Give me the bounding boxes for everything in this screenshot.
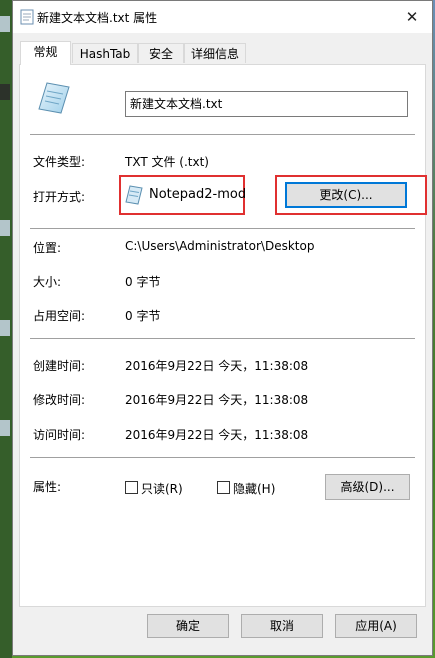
readonly-label[interactable]: 只读(R) <box>141 480 183 497</box>
file-type-value: TXT 文件 (.txt) <box>125 155 209 169</box>
accessed-label: 访问时间: <box>33 428 86 442</box>
cancel-button[interactable]: 取消 <box>241 614 323 638</box>
divider <box>30 134 415 135</box>
opens-with-label: 打开方式: <box>33 190 86 204</box>
divider <box>30 228 415 229</box>
desktop-icon <box>0 420 10 436</box>
tab-security[interactable]: 安全 <box>138 43 184 63</box>
modified-label: 修改时间: <box>33 393 86 407</box>
notepad-app-icon <box>125 185 143 205</box>
properties-dialog: 新建文本文档.txt 属性 ✕ 常规 HashTab 安全 详细信息 新建文本文… <box>12 0 433 656</box>
location-label: 位置: <box>33 241 62 255</box>
close-icon: ✕ <box>405 8 419 26</box>
divider <box>30 338 415 339</box>
hidden-checkbox[interactable] <box>217 481 230 494</box>
advanced-button[interactable]: 高级(D)... <box>325 474 410 500</box>
size-on-disk-label: 占用空间: <box>33 309 86 323</box>
size-on-disk-value: 0 字节 <box>125 309 161 323</box>
created-label: 创建时间: <box>33 359 86 373</box>
opens-with-value: Notepad2-mod <box>149 187 247 202</box>
file-name-input[interactable]: 新建文本文档.txt <box>125 91 408 117</box>
notepad-file-icon <box>38 82 70 114</box>
size-label: 大小: <box>33 275 62 289</box>
tab-hashtab[interactable]: HashTab <box>72 43 138 63</box>
file-type-label: 文件类型: <box>33 155 86 169</box>
general-tab-panel: 新建文本文档.txt 文件类型: TXT 文件 (.txt) 打开方式: Not… <box>19 64 427 607</box>
location-value: C:\Users\Administrator\Desktop <box>125 239 315 253</box>
tab-details[interactable]: 详细信息 <box>184 43 246 63</box>
ok-button[interactable]: 确定 <box>147 614 229 638</box>
desktop-icon <box>0 16 10 32</box>
change-button[interactable]: 更改(C)... <box>285 182 407 208</box>
text-file-icon <box>20 9 34 25</box>
divider <box>30 457 415 458</box>
window-title: 新建文本文档.txt 属性 <box>37 11 158 25</box>
title-bar[interactable]: 新建文本文档.txt 属性 ✕ <box>13 1 432 33</box>
attributes-label: 属性: <box>33 480 62 494</box>
modified-value: 2016年9月22日 今天，11:38:08 <box>125 393 309 407</box>
close-button[interactable]: ✕ <box>392 1 432 33</box>
desktop-icon <box>0 320 10 336</box>
accessed-value: 2016年9月22日 今天，11:38:08 <box>125 428 309 442</box>
readonly-checkbox[interactable] <box>125 481 138 494</box>
tab-general[interactable]: 常规 <box>20 41 71 65</box>
desktop-icon <box>0 84 10 100</box>
created-value: 2016年9月22日 今天，11:38:08 <box>125 359 309 373</box>
hidden-label[interactable]: 隐藏(H) <box>233 480 275 497</box>
apply-button[interactable]: 应用(A) <box>335 614 417 638</box>
desktop-icon <box>0 220 10 236</box>
size-value: 0 字节 <box>125 275 161 289</box>
